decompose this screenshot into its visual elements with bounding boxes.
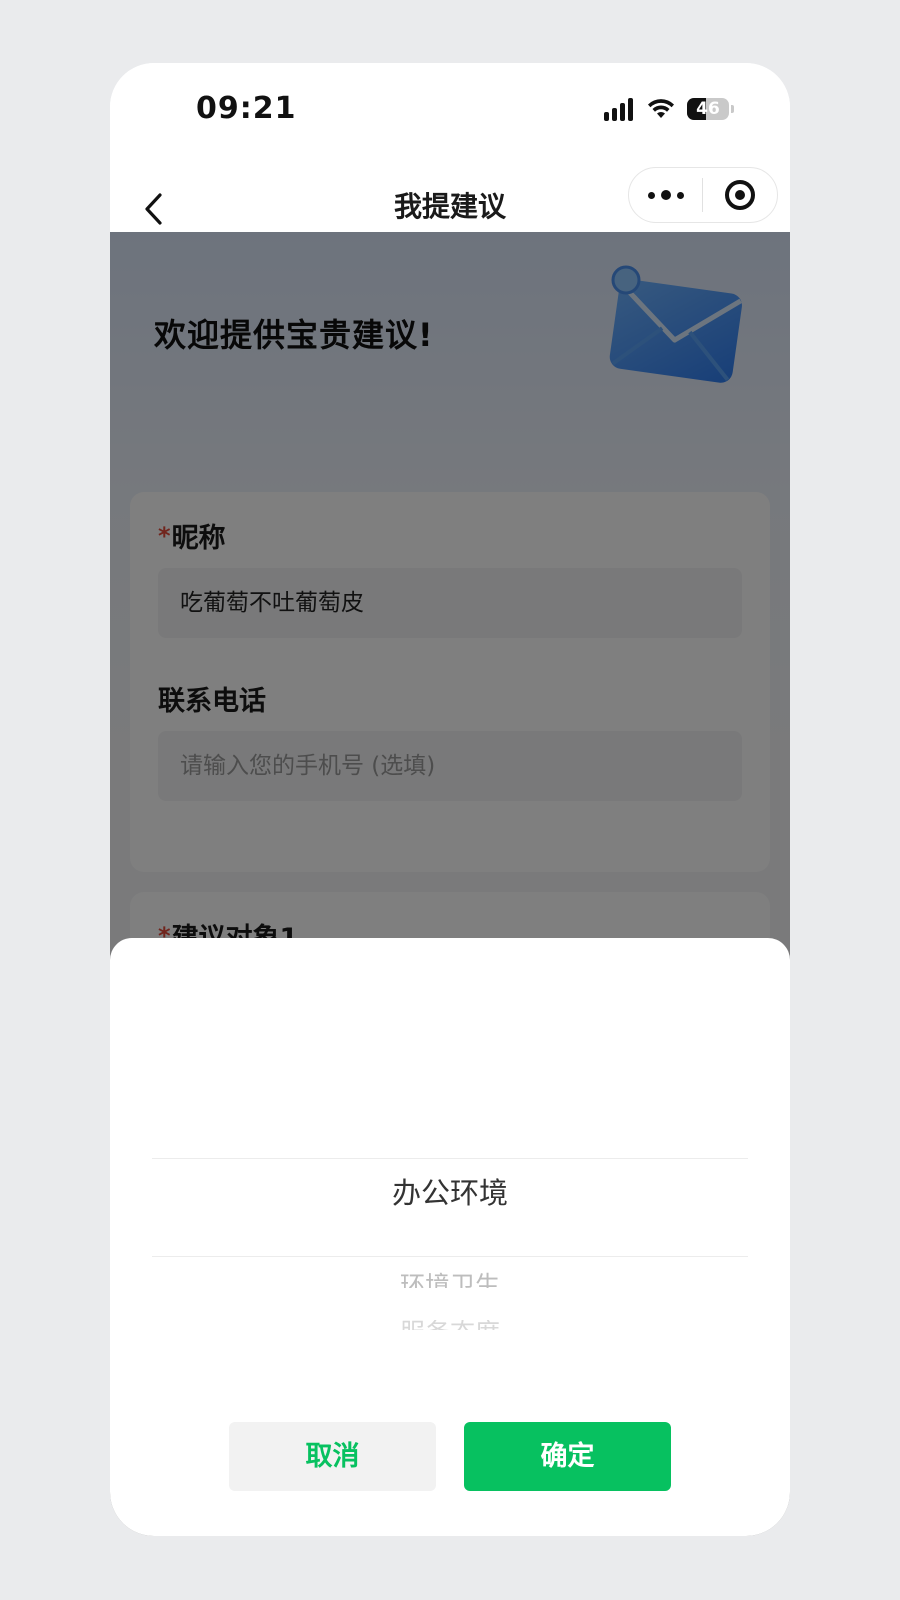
option-picker[interactable]: 办公环境 环境卫生 [152,938,748,1288]
battery-icon: 46 [687,98,729,120]
nav-bar: 我提建议 [110,163,790,232]
status-time: 09:21 [196,91,297,126]
battery-level: 46 [696,99,720,119]
confirm-button[interactable]: 确定 [464,1422,671,1491]
picker-option[interactable]: 环境卫生 [152,1266,748,1288]
picker-sheet: 办公环境 环境卫生 服务态度 取消 确定 [110,938,790,1536]
battery-tip [731,105,734,113]
picker-top-line [152,1158,748,1159]
status-bar: 09:21 46 [110,63,790,163]
picker-selected-option[interactable]: 办公环境 [152,1170,748,1212]
cancel-button[interactable]: 取消 [229,1422,436,1491]
picker-option[interactable]: 服务态度 [152,1320,748,1330]
wifi-icon [648,99,674,118]
picker-bottom-line [152,1256,748,1257]
more-dots-icon[interactable] [629,168,702,222]
mini-program-capsule [628,167,778,223]
signal-icon [604,97,633,121]
target-circle-icon[interactable] [703,168,776,222]
phone-screen: 09:21 46 欢迎提供宝贵建议! [110,63,790,1536]
status-icons: 46 [604,97,734,121]
